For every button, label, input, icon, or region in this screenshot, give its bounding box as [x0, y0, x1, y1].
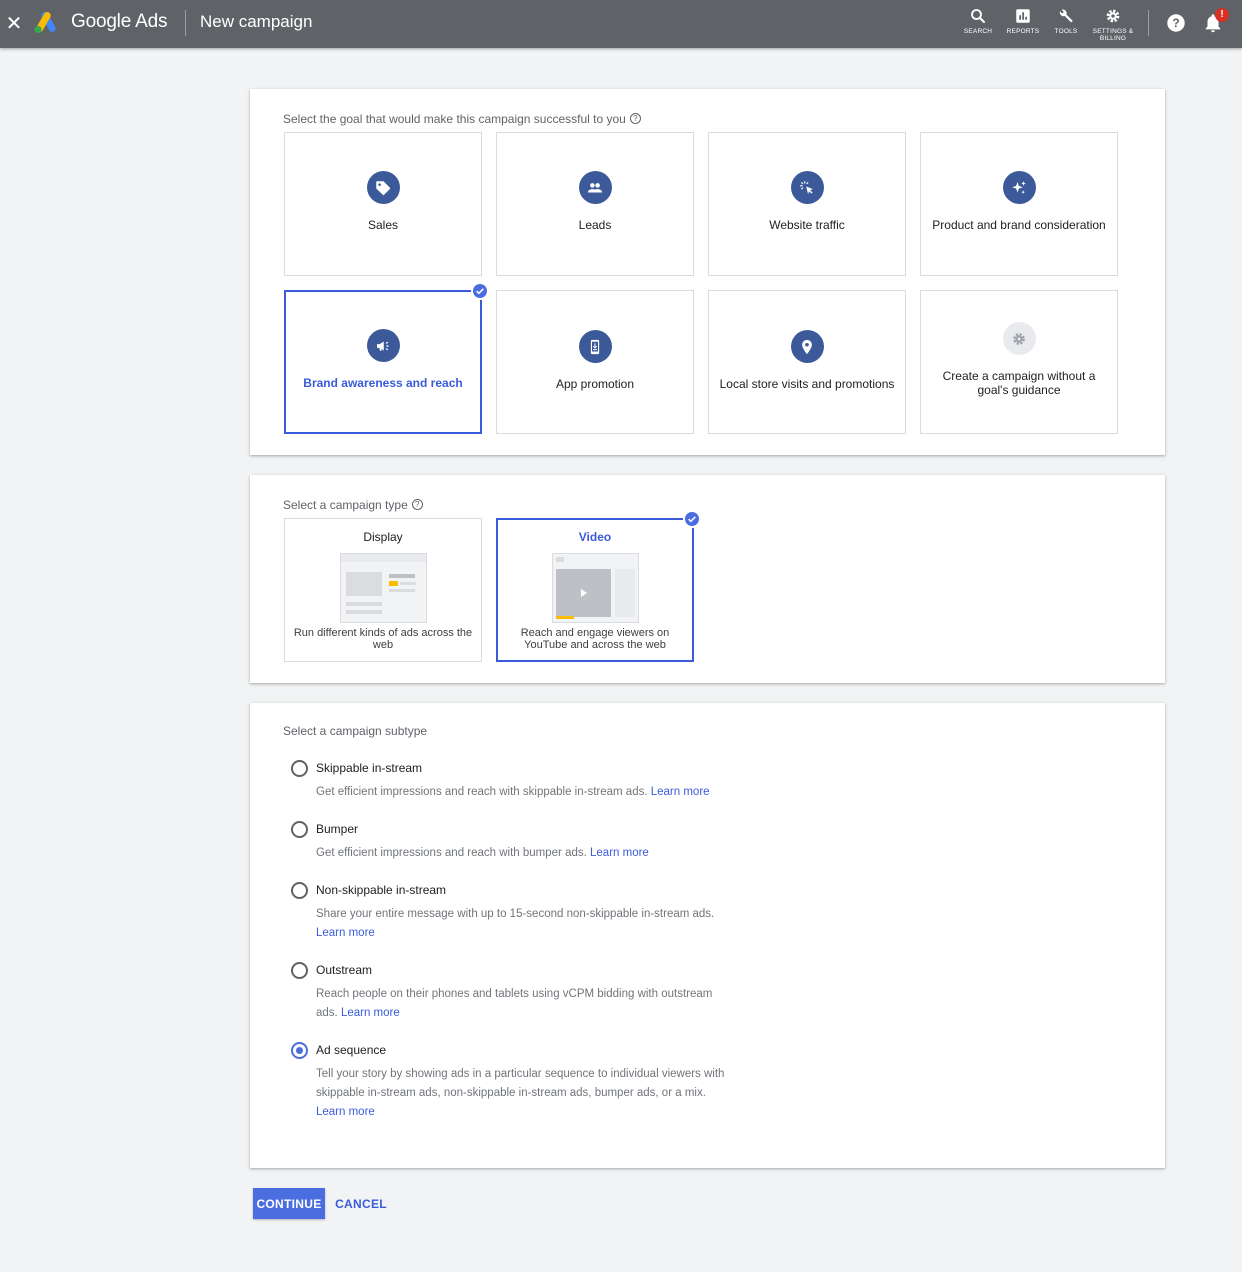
subtype-name: Ad sequence [316, 1043, 387, 1057]
goal-label: Product and brand consideration [932, 218, 1106, 232]
svg-text:?: ? [1172, 16, 1179, 30]
phone-download-icon [578, 330, 612, 363]
help-icon[interactable]: ? [411, 499, 423, 510]
subtype-description: Tell your story by showing ads in a part… [316, 1068, 725, 1118]
campaign-type-description: Reach and engage viewers on YouTube and … [520, 627, 670, 651]
campaign-type-description: Run different kinds of ads across the we… [293, 627, 473, 651]
selected-check-icon [683, 510, 701, 528]
learn-more-link[interactable]: Learn more [590, 847, 649, 859]
goal-label: Brand awareness and reach [303, 376, 463, 390]
learn-more-link[interactable]: Learn more [316, 1106, 375, 1118]
goal-tile-app-promotion[interactable]: App promotion [496, 290, 694, 434]
gear-icon [1106, 9, 1120, 23]
radio-button[interactable] [291, 760, 308, 777]
continue-button[interactable]: CONTINUE [253, 1188, 325, 1219]
goal-tile-sales[interactable]: Sales [284, 132, 482, 276]
help-icon[interactable]: ? [629, 113, 641, 124]
goal-tile-website-traffic[interactable]: Website traffic [708, 132, 906, 276]
wrench-icon [1059, 9, 1073, 23]
radio-button[interactable] [291, 821, 308, 838]
goal-card: Select the goal that would make this cam… [250, 89, 1165, 455]
campaign-type-video[interactable]: Video Reach and engage viewers on YouTub… [496, 518, 694, 662]
goal-label: App promotion [555, 377, 635, 391]
goal-tile-product-brand-consideration[interactable]: Product and brand consideration [920, 132, 1118, 276]
help-icon[interactable]: ? [1165, 12, 1187, 34]
subtype-name: Skippable in-stream [316, 761, 423, 775]
campaign-type-section-label: Select a campaign type? [283, 498, 423, 512]
goal-section-label: Select the goal that would make this cam… [283, 112, 641, 126]
location-pin-icon [790, 330, 824, 363]
goal-tile-no-goal-guidance[interactable]: Create a campaign without a goal's guida… [920, 290, 1118, 434]
goal-label: Local store visits and promotions [719, 377, 895, 391]
goal-label: Sales [367, 218, 399, 232]
radio-button[interactable] [291, 882, 308, 899]
cancel-button[interactable]: CANCEL [333, 1188, 389, 1219]
display-illustration [340, 553, 427, 623]
goal-tile-brand-awareness-reach[interactable]: Brand awareness and reach [284, 290, 482, 434]
campaign-type-label-text: Select a campaign type [283, 498, 408, 512]
settings-billing-label: SETTINGS & BILLING [1092, 28, 1134, 42]
sparkle-icon [1002, 171, 1036, 204]
top-app-bar: ✕ Google Ads New campaign SEARCH REPORTS… [0, 0, 1242, 48]
radio-button[interactable] [291, 962, 308, 979]
subtype-name: Outstream [316, 963, 373, 977]
campaign-subtype-card: Select a campaign subtype Skippable in-s… [250, 703, 1165, 1168]
gear-icon [1002, 322, 1036, 355]
goal-label: Leads [578, 218, 612, 232]
campaign-type-display[interactable]: Display Run different kinds of ads acros… [284, 518, 482, 662]
search-button[interactable]: SEARCH [956, 4, 1000, 44]
goal-label: Create a campaign without a goal's guida… [942, 369, 1096, 397]
google-ads-logo [34, 12, 56, 34]
people-icon [578, 171, 612, 204]
campaign-type-title: Video [578, 530, 612, 544]
subtype-name: Non-skippable in-stream [316, 883, 447, 897]
tools-button[interactable]: TOOLS [1044, 4, 1088, 44]
settings-billing-button[interactable]: SETTINGS & BILLING [1091, 4, 1135, 44]
video-illustration [552, 553, 639, 623]
learn-more-link[interactable]: Learn more [316, 927, 375, 939]
reports-label: REPORTS [1006, 28, 1040, 35]
campaign-type-card: Select a campaign type? Display Run diff… [250, 475, 1165, 683]
goal-label: Website traffic [769, 218, 845, 232]
search-label: SEARCH [963, 28, 993, 35]
subtype-description: Reach people on their phones and tablets… [316, 988, 713, 1019]
goal-tile-leads[interactable]: Leads [496, 132, 694, 276]
header-divider [185, 10, 186, 36]
subtype-section-label: Select a campaign subtype [283, 724, 428, 738]
selected-check-icon [471, 282, 489, 300]
tag-icon [366, 171, 400, 204]
subtype-description: Get efficient impressions and reach with… [316, 847, 649, 859]
play-icon [581, 589, 587, 597]
search-icon [971, 9, 985, 23]
header-separator [1148, 10, 1149, 36]
brand-name: Google Ads [71, 11, 168, 32]
reports-icon [1016, 9, 1030, 23]
megaphone-icon [366, 329, 400, 362]
goal-tile-local-store-visits[interactable]: Local store visits and promotions [708, 290, 906, 434]
cursor-click-icon [790, 171, 824, 204]
reports-button[interactable]: REPORTS [1001, 4, 1045, 44]
close-icon[interactable]: ✕ [6, 12, 23, 34]
tools-label: TOOLS [1054, 28, 1078, 35]
radio-button-selected[interactable] [291, 1042, 308, 1059]
subtype-description: Share your entire message with up to 15-… [316, 908, 715, 939]
learn-more-link[interactable]: Learn more [651, 786, 710, 798]
notification-badge: ! [1215, 8, 1229, 22]
subtype-description: Get efficient impressions and reach with… [316, 786, 710, 798]
learn-more-link[interactable]: Learn more [341, 1007, 400, 1019]
campaign-type-title: Display [363, 530, 403, 544]
subtype-name: Bumper [316, 822, 359, 836]
goal-label-text: Select the goal that would make this cam… [283, 112, 626, 126]
page-title: New campaign [200, 12, 313, 31]
